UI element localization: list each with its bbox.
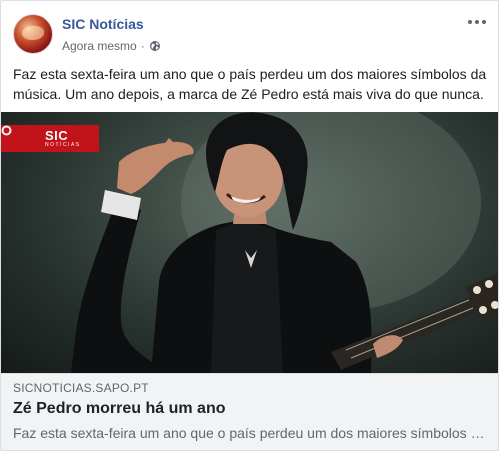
ellipsis-icon: [468, 20, 472, 24]
link-domain: SICNOTICIAS.SAPO.PT: [13, 381, 149, 395]
globe-icon[interactable]: [149, 40, 161, 52]
more-options-button[interactable]: [466, 14, 488, 30]
post-card: SIC Notícias Agora mesmo · Faz esta sext…: [0, 0, 499, 451]
post-timestamp[interactable]: Agora mesmo: [62, 39, 137, 53]
link-preview[interactable]: SICNOTICIAS.SAPO.PT Zé Pedro morreu há u…: [1, 373, 498, 450]
ellipsis-icon: [482, 20, 486, 24]
globe-logo-icon: [1, 125, 12, 136]
link-description: Faz esta sexta-feira um ano que o país p…: [13, 425, 488, 441]
logo-main-text: SIC: [45, 127, 69, 143]
post-photo[interactable]: SIC NOTÍCIAS: [1, 112, 498, 373]
post-text: Faz esta sexta-feira um ano que o país p…: [13, 66, 487, 102]
channel-logo: SIC NOTÍCIAS: [1, 125, 99, 152]
ellipsis-icon: [475, 20, 479, 24]
meta-separator: ·: [140, 39, 145, 53]
page-avatar[interactable]: [13, 14, 53, 54]
post-meta: Agora mesmo ·: [62, 39, 161, 53]
page-name-link[interactable]: SIC Notícias: [62, 16, 144, 32]
link-title[interactable]: Zé Pedro morreu há um ano: [13, 400, 225, 418]
post-header: SIC Notícias Agora mesmo ·: [12, 12, 490, 58]
logo-sub-text: NOTÍCIAS: [45, 141, 81, 148]
